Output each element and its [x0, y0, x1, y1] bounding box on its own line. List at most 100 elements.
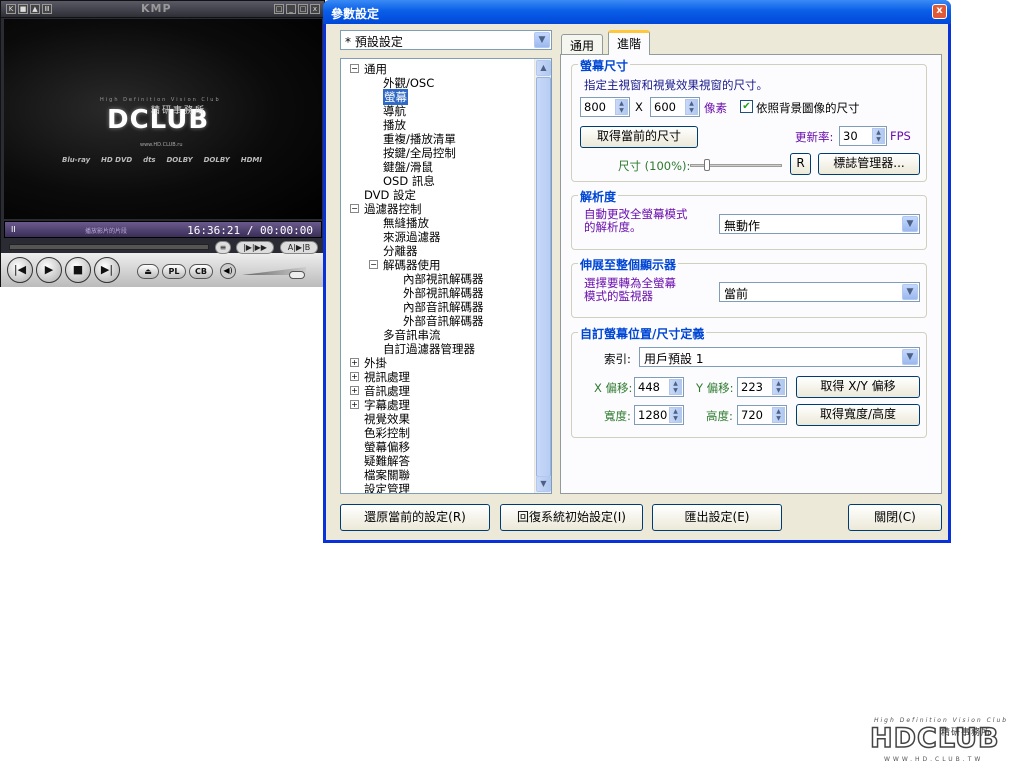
- width-label: 寬度:: [604, 409, 631, 423]
- get-current-size-button[interactable]: 取得當前的尺寸: [580, 126, 698, 148]
- tree-scrollbar[interactable]: ▲ ▼: [534, 59, 551, 493]
- control-box-button[interactable]: CB: [189, 264, 213, 279]
- spinner-arrows-icon[interactable]: ▲ ▼: [772, 407, 785, 423]
- preset-dropdown[interactable]: * 預設設定 ▼: [340, 30, 552, 50]
- index-value: 用戶預設 1: [644, 352, 704, 366]
- chevron-down-icon[interactable]: ▼: [902, 216, 918, 232]
- format-logos: Blu-ray HD DVD dts DOLBY DOLBY HDMI: [62, 156, 262, 164]
- previous-icon[interactable]: |◀: [7, 257, 33, 283]
- tree-collapse-icon[interactable]: −: [369, 260, 378, 269]
- spinner-arrows-icon[interactable]: ▲ ▼: [669, 407, 682, 423]
- watermark-chinese: 精研事務所: [941, 728, 992, 738]
- marker-manager-button[interactable]: 標誌管理器...: [818, 153, 920, 175]
- frame-step-button[interactable]: |▶|▶▶: [236, 241, 274, 254]
- get-width-height-button[interactable]: 取得寬度/高度: [796, 404, 920, 426]
- stop-icon[interactable]: ■: [65, 257, 91, 283]
- x-offset-spinner[interactable]: 448 ▲ ▼: [634, 377, 684, 397]
- fps-label: FPS: [890, 129, 911, 143]
- tree-expand-icon[interactable]: +: [350, 400, 359, 409]
- refresh-rate-value: 30: [843, 129, 858, 143]
- monitor-dropdown[interactable]: 當前 ▼: [719, 282, 920, 302]
- resolution-dropdown[interactable]: 無動作 ▼: [719, 214, 920, 234]
- width-spinner[interactable]: 800 ▲ ▼: [580, 97, 630, 117]
- maximize-icon[interactable]: □: [298, 4, 308, 14]
- spinner-arrows-icon[interactable]: ▲ ▼: [615, 99, 628, 115]
- tree-expand-icon[interactable]: +: [350, 386, 359, 395]
- spinner-arrows-icon[interactable]: ▲ ▼: [772, 379, 785, 395]
- preset-value: * 預設設定: [345, 35, 403, 49]
- group-stretch-label: 伸展至整個顯示器: [578, 256, 679, 273]
- close-button[interactable]: 關閉(C): [848, 504, 942, 531]
- refresh-rate-label: 更新率:: [795, 130, 834, 144]
- spinner-arrows-icon[interactable]: ▲ ▼: [872, 128, 885, 144]
- tab-advanced[interactable]: 進階: [608, 30, 651, 55]
- group-screen-size: 螢幕尺寸 指定主視窗和視覺效果視窗的尺寸。 800 ▲ ▼ X 600 ▲ ▼ 像素…: [571, 57, 927, 182]
- tree-expand-icon[interactable]: +: [350, 372, 359, 381]
- chevron-down-icon[interactable]: ▼: [534, 32, 550, 48]
- dialog-titlebar[interactable]: 參數設定 x: [323, 0, 951, 24]
- dialog-close-icon[interactable]: x: [932, 4, 947, 19]
- index-dropdown[interactable]: 用戶預設 1 ▼: [639, 347, 920, 367]
- size-slider-thumb[interactable]: [704, 159, 710, 171]
- chevron-down-icon[interactable]: ▼: [902, 349, 918, 365]
- resolution-value: 無動作: [724, 219, 761, 233]
- restore-settings-button[interactable]: 還原當前的設定(R): [340, 504, 490, 531]
- index-label: 索引:: [604, 352, 631, 366]
- volume-knob[interactable]: [289, 271, 305, 279]
- x-offset-label: X 偏移:: [594, 381, 633, 395]
- tree-item-settings-management[interactable]: 設定管理: [364, 481, 410, 493]
- playlist-toggle-icon[interactable]: ≡: [215, 241, 231, 254]
- reset-defaults-button[interactable]: 回復系統初始設定(I): [500, 504, 643, 531]
- equalizer-mini-icon[interactable]: Ⅲ: [42, 4, 52, 14]
- close-icon[interactable]: x: [310, 4, 320, 14]
- spinner-arrows-icon[interactable]: ▲ ▼: [669, 379, 682, 395]
- tree-item-custom-filter-manager[interactable]: 自訂過濾器管理器: [383, 341, 475, 357]
- hdmi-logo: HDMI: [240, 156, 262, 164]
- y-offset-spinner[interactable]: 223 ▲ ▼: [737, 377, 787, 397]
- seek-bar[interactable]: [9, 244, 209, 250]
- settings-tree[interactable]: − − − + + + + 通用 外觀/OSC 螢幕 導航 播放 重複/播放清單…: [340, 58, 552, 494]
- reset-size-button[interactable]: R: [790, 153, 811, 175]
- spinner-arrows-icon[interactable]: ▲ ▼: [685, 99, 698, 115]
- play-icon[interactable]: ▶: [36, 257, 62, 283]
- kmp-menu-icon[interactable]: K: [6, 4, 16, 14]
- speaker-icon[interactable]: ◀): [220, 263, 236, 279]
- playlist-button[interactable]: PL: [162, 264, 186, 279]
- dolby-logo-2: DOLBY: [203, 156, 230, 164]
- minimize-icon[interactable]: _: [286, 4, 296, 14]
- custom-width-spinner[interactable]: 1280 ▲ ▼: [634, 405, 684, 425]
- eject-mini-icon[interactable]: ▲: [30, 4, 40, 14]
- next-icon[interactable]: ▶|: [94, 257, 120, 283]
- kmp-player-window: K ■ ▲ Ⅲ KMP □ _ □ x High Definition Visi…: [0, 0, 325, 287]
- player-title: KMP: [141, 2, 172, 15]
- size-x-label: X: [635, 100, 643, 114]
- tree-expand-icon[interactable]: +: [350, 358, 359, 367]
- height-value: 600: [654, 100, 676, 114]
- player-titlebar[interactable]: K ■ ▲ Ⅲ KMP □ _ □ x: [1, 1, 324, 18]
- bluray-logo: Blu-ray: [62, 156, 91, 164]
- ab-repeat-button[interactable]: A|▶|B: [280, 241, 318, 254]
- scroll-down-icon[interactable]: ▼: [536, 476, 551, 492]
- export-settings-button[interactable]: 匯出設定(E): [652, 504, 782, 531]
- get-xy-offset-button[interactable]: 取得 X/Y 偏移: [796, 376, 920, 398]
- pixels-label: 像素: [704, 101, 727, 115]
- tree-collapse-icon[interactable]: −: [350, 64, 359, 73]
- custom-height-spinner[interactable]: 720 ▲ ▼: [737, 405, 787, 425]
- checkbox-bg-image-size[interactable]: ✔: [740, 100, 753, 113]
- restore-icon[interactable]: □: [274, 4, 284, 14]
- refresh-rate-spinner[interactable]: 30 ▲ ▼: [839, 126, 887, 146]
- scroll-thumb[interactable]: [536, 77, 551, 477]
- tab-general[interactable]: 通用: [561, 34, 604, 54]
- preferences-dialog: 參數設定 x * 預設設定 ▼ − − − + + + + 通用 外觀/OSC …: [323, 0, 951, 543]
- y-offset-value: 223: [741, 380, 763, 394]
- eject-icon[interactable]: ⏏: [137, 264, 159, 279]
- video-area[interactable]: High Definition Vision Club DCLUB 精研事務所 …: [4, 19, 322, 219]
- height-spinner[interactable]: 600 ▲ ▼: [650, 97, 700, 117]
- height-label: 高度:: [706, 409, 733, 423]
- stop-mini-icon[interactable]: ■: [18, 4, 28, 14]
- scroll-up-icon[interactable]: ▲: [536, 60, 551, 76]
- hddvd-logo: HD DVD: [101, 156, 133, 164]
- tree-collapse-icon[interactable]: −: [350, 204, 359, 213]
- chevron-down-icon[interactable]: ▼: [902, 284, 918, 300]
- logo-chinese: 精研事務所: [151, 106, 207, 116]
